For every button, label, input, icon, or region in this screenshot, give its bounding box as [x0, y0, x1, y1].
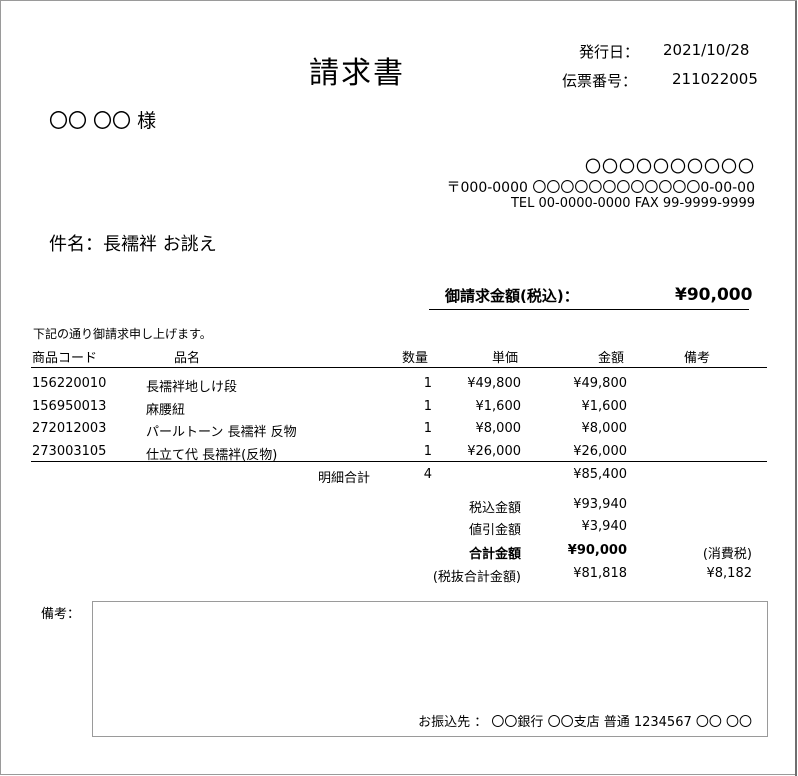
row-name: パールトーン 長襦袢 反物 — [146, 425, 297, 440]
row-qty: 1 — [423, 376, 432, 391]
subject: 件名：長襦袢 お誂え — [49, 234, 217, 255]
consumption-tax-amount: ¥8,182 — [706, 566, 753, 581]
row-unit-price: ¥1,600 — [475, 399, 522, 414]
sender-name: 〇〇〇〇〇〇〇〇〇〇 — [584, 157, 755, 176]
row-unit-price: ¥26,000 — [467, 444, 521, 459]
header-remark: 備考 — [684, 351, 711, 366]
bank-info: お振込先 ： 〇〇銀行 〇〇支店 普通 1234567 〇〇 〇〇 — [418, 715, 752, 730]
row-name: 長襦袢地しけ段 — [146, 380, 238, 395]
discount-label: 値引金額 — [468, 523, 521, 538]
subtotal-amount: ¥85,400 — [573, 467, 627, 482]
total-amount: ¥90,000 — [675, 285, 753, 305]
header-code: 商品コード — [32, 351, 98, 366]
issue-date-label: 発行日： — [579, 43, 640, 61]
row-unit-price: ¥8,000 — [475, 421, 522, 436]
header-unit-price: 単価 — [492, 351, 519, 366]
row-code: 273003105 — [32, 444, 107, 459]
slip-number-label: 伝票番号： — [562, 72, 638, 90]
row-amount: ¥8,000 — [581, 421, 628, 436]
header-qty: 数量 — [402, 351, 429, 366]
total-underline — [429, 309, 749, 310]
sender-contact: TEL 00-0000-0000 FAX 99-9999-9999 — [510, 196, 755, 211]
page-edge — [795, 1, 797, 776]
tax-excl-amount: ¥81,818 — [573, 566, 627, 581]
row-code: 272012003 — [32, 421, 107, 436]
grand-total-label: 合計金額 — [468, 547, 521, 562]
sender-address: 〒000-0000 〇〇〇〇〇〇〇〇〇〇〇〇0-00-00 — [446, 180, 756, 196]
discount-amount: ¥3,940 — [581, 519, 628, 534]
header-name: 品名 — [174, 351, 201, 366]
remarks-label: 備考： — [41, 607, 81, 622]
subtotal-qty: 4 — [423, 467, 432, 482]
issue-date: 2021/10/28 — [663, 41, 750, 59]
consumption-tax-label: (消費税) — [702, 547, 752, 562]
recipient-name: 〇〇 〇〇 様 — [49, 110, 157, 132]
row-qty: 1 — [423, 444, 432, 459]
tax-incl-label: 税込金額 — [468, 501, 521, 516]
row-name: 麻腰紐 — [146, 403, 186, 418]
row-code: 156220010 — [32, 376, 107, 391]
intro-note: 下記の通り御請求申し上げます。 — [33, 327, 212, 341]
rows-rule — [31, 461, 767, 462]
grand-total-amount: ¥90,000 — [567, 543, 627, 558]
slip-number: 211022005 — [672, 70, 758, 88]
row-amount: ¥26,000 — [573, 444, 627, 459]
row-qty: 1 — [423, 421, 432, 436]
row-qty: 1 — [423, 399, 432, 414]
invoice-sheet: 請求書 発行日： 2021/10/28 伝票番号： 211022005 〇〇 〇… — [0, 0, 797, 776]
total-amount-label: 御請求金額(税込)： — [445, 287, 579, 305]
row-amount: ¥1,600 — [581, 399, 628, 414]
row-code: 156950013 — [32, 399, 107, 414]
header-amount: 金額 — [598, 351, 625, 366]
invoice-title: 請求書 — [309, 56, 405, 91]
tax-incl-amount: ¥93,940 — [573, 497, 627, 512]
row-amount: ¥49,800 — [573, 376, 627, 391]
tax-excl-label: (税抜合計金額) — [432, 570, 521, 585]
header-rule — [31, 367, 767, 368]
subtotal-label: 明細合計 — [317, 471, 370, 486]
row-unit-price: ¥49,800 — [467, 376, 521, 391]
